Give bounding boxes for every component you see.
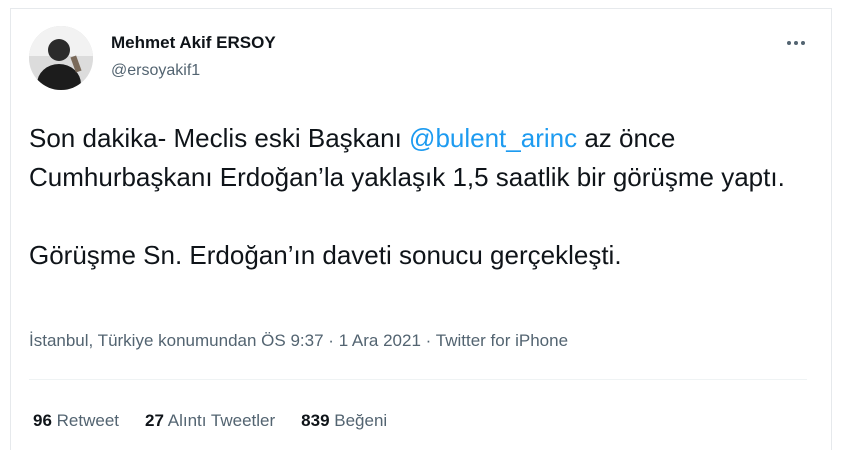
retweet-stat[interactable]: 96 Retweet <box>33 411 119 431</box>
tweet-paragraph-2: Görüşme Sn. Erdoğan’ın daveti sonucu ger… <box>29 240 622 270</box>
quote-tweet-stat[interactable]: 27 Alıntı Tweetler <box>145 411 275 431</box>
tweet-source[interactable]: Twitter for iPhone <box>436 331 568 350</box>
meta-separator: · <box>425 331 432 350</box>
tweet-paragraph-1: Son dakika- Meclis eski Başkanı @bulent_… <box>29 119 819 197</box>
more-horizontal-icon-dot <box>794 41 798 45</box>
like-label: Beğeni <box>334 411 388 430</box>
more-horizontal-icon <box>787 41 791 45</box>
like-count: 839 <box>301 411 330 430</box>
tweet-date[interactable]: 1 Ara 2021 <box>339 331 421 350</box>
tweet-text: Son dakika- Meclis eski Başkanı @bulent_… <box>29 119 819 275</box>
more-options-button[interactable] <box>781 31 811 55</box>
tweet-time[interactable]: ÖS 9:37 <box>261 331 323 350</box>
retweet-count: 96 <box>33 411 52 430</box>
author-display-name[interactable]: Mehmet Akif ERSOY <box>111 33 276 53</box>
author-handle[interactable]: @ersoyakif1 <box>111 62 200 80</box>
retweet-label: Retweet <box>56 411 120 430</box>
avatar[interactable] <box>29 26 93 90</box>
tweet-metadata: İstanbul, Türkiye konumundan ÖS 9:37 · 1… <box>29 331 568 351</box>
tweet-text-segment: Son dakika- Meclis eski Başkanı <box>29 123 410 153</box>
avatar-photo-icon <box>29 26 93 90</box>
tweet-card: Mehmet Akif ERSOY @ersoyakif1 Son dakika… <box>10 8 832 450</box>
quote-count: 27 <box>145 411 164 430</box>
tweet-stats: 96 Retweet 27 Alıntı Tweetler 839 Beğeni <box>33 411 387 431</box>
like-stat[interactable]: 839 Beğeni <box>301 411 387 431</box>
more-horizontal-icon-dot <box>801 41 805 45</box>
mention-link[interactable]: @bulent_arinc <box>409 123 577 153</box>
quote-label: Alıntı Tweetler <box>167 411 276 430</box>
tweet-location: İstanbul, Türkiye konumundan <box>29 331 257 350</box>
meta-separator: · <box>328 331 334 350</box>
divider <box>29 379 807 380</box>
